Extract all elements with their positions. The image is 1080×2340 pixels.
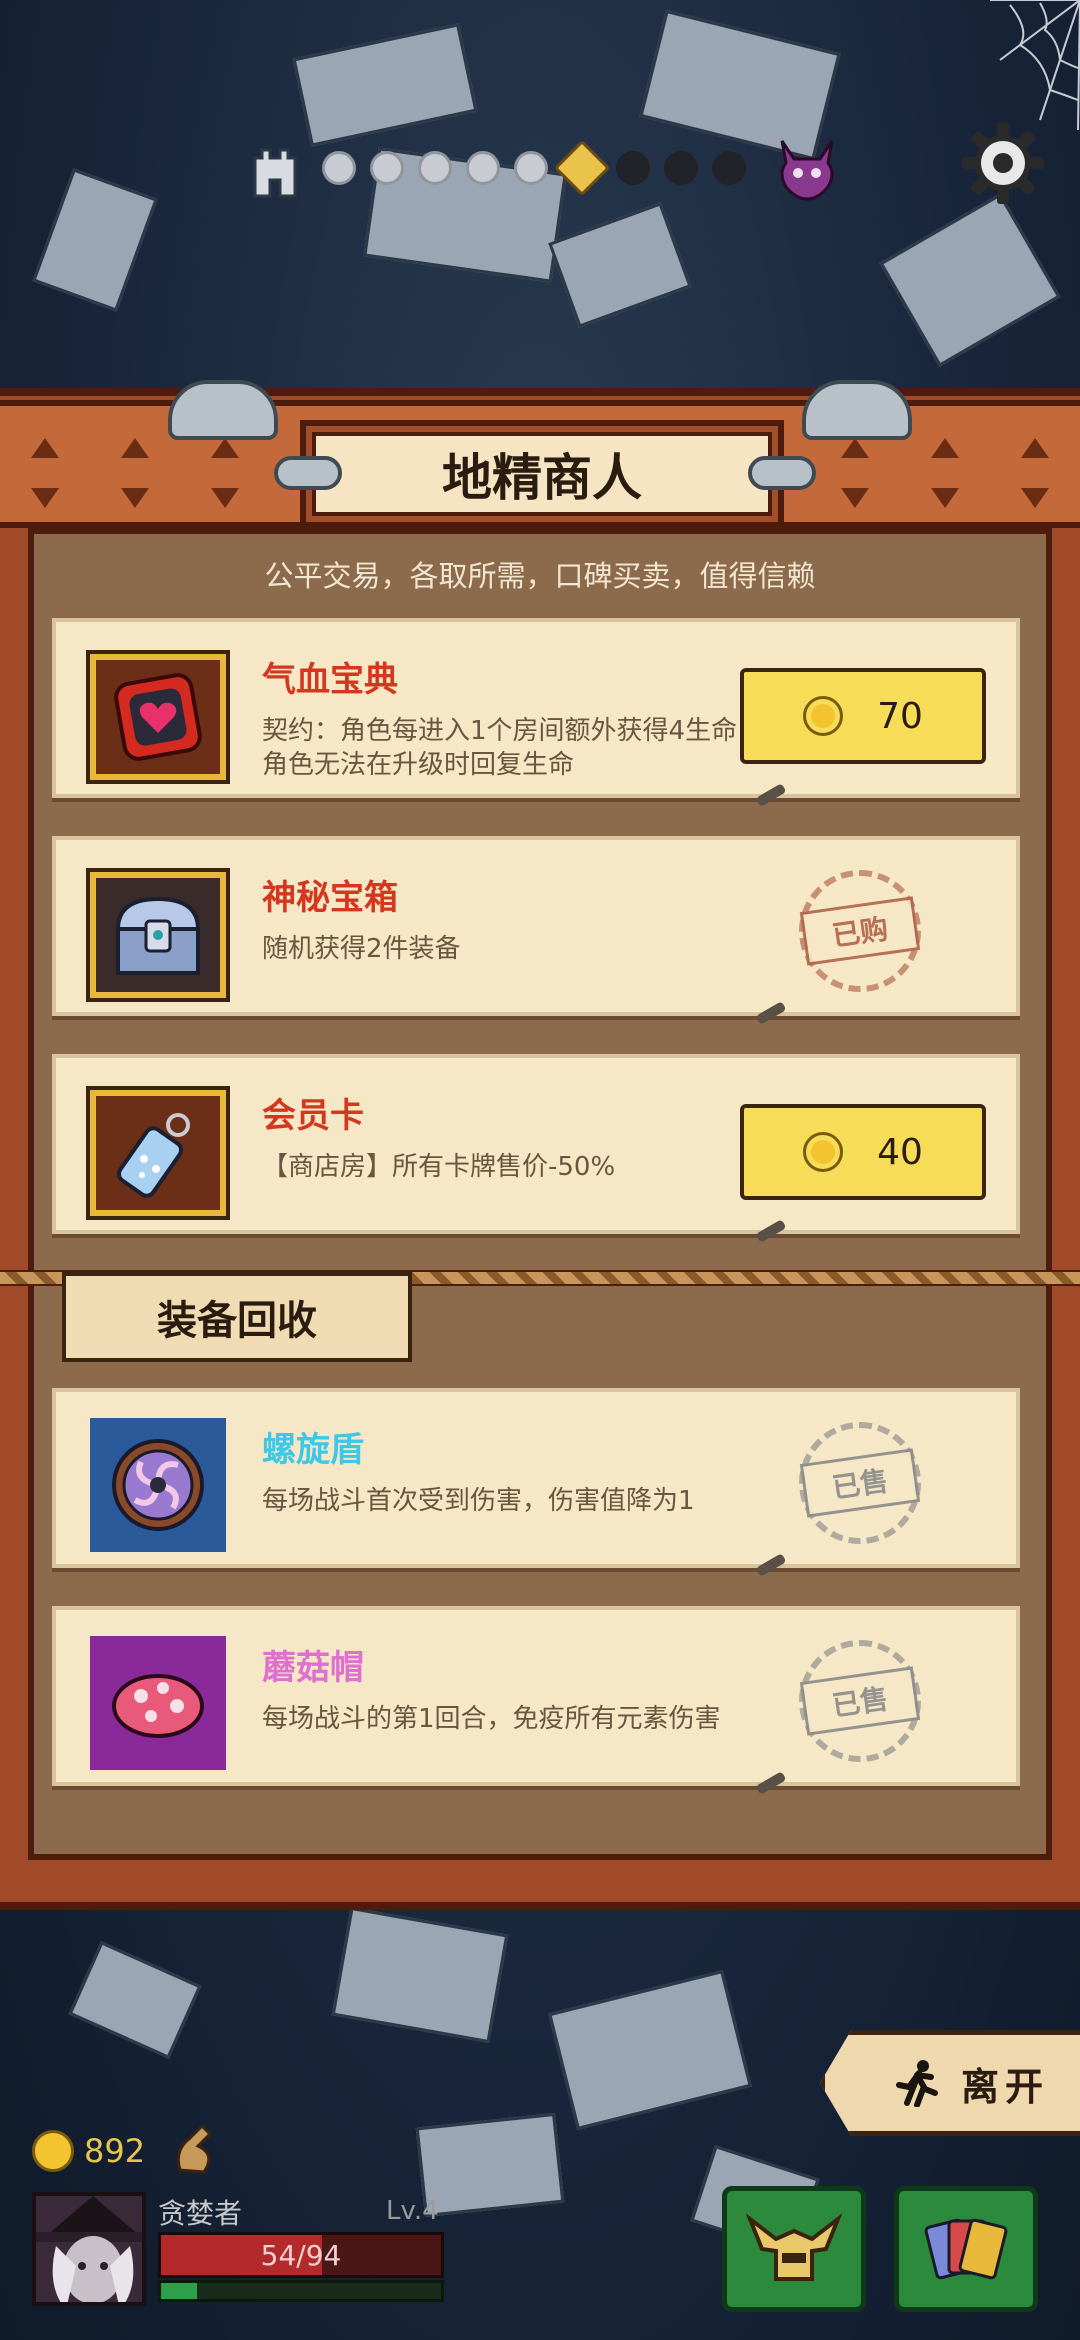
item-icon-frame bbox=[86, 1086, 230, 1220]
xp-bar bbox=[158, 2280, 444, 2302]
recycle-item-card[interactable]: 螺旋盾 每场战斗首次受到伤害，伤害值降为1 已售 bbox=[52, 1388, 1020, 1577]
item-name: 蘑菇帽 bbox=[262, 1648, 364, 1688]
item-description: 每场战斗首次受到伤害，伤害值降为1 bbox=[262, 1486, 695, 1516]
metal-latch bbox=[168, 380, 278, 440]
coin-icon bbox=[803, 696, 844, 736]
castle-icon bbox=[253, 148, 297, 198]
player-level: Lv.4 bbox=[386, 2196, 439, 2226]
treasure-chest-icon bbox=[115, 896, 201, 975]
recycle-section-title: 装备回收 bbox=[62, 1272, 412, 1362]
item-description: 每场战斗的第1回合，免疫所有元素伤害 bbox=[262, 1704, 721, 1734]
hp-bar: 54/94 bbox=[158, 2232, 444, 2278]
item-name: 会员卡 bbox=[262, 1096, 364, 1136]
coin-icon bbox=[32, 2130, 74, 2172]
item-name: 神秘宝箱 bbox=[262, 878, 398, 918]
running-man-icon bbox=[896, 2060, 938, 2107]
player-avatar[interactable] bbox=[32, 2192, 146, 2306]
spider-web-icon bbox=[990, 0, 1080, 130]
stage-progress bbox=[250, 128, 842, 208]
stage-dots bbox=[322, 139, 746, 197]
leave-label: 离开 bbox=[961, 2064, 1050, 2109]
item-description: 契约：角色每进入1个房间额外获得4生命；角色无法在升级时回复生命 bbox=[262, 716, 764, 780]
coin-icon bbox=[803, 1132, 844, 1172]
heart-tome-icon bbox=[114, 673, 202, 761]
buy-button[interactable]: 40 bbox=[740, 1104, 986, 1200]
member-card-icon bbox=[116, 1113, 190, 1198]
item-icon-frame bbox=[90, 1636, 226, 1770]
item-price: 70 bbox=[877, 695, 923, 737]
equipment-button[interactable] bbox=[722, 2186, 866, 2312]
shop-item-card[interactable]: 会员卡 【商店房】所有卡牌售价-50% 40 bbox=[52, 1054, 1020, 1243]
metal-latch bbox=[802, 380, 912, 440]
stage-dot bbox=[322, 151, 356, 185]
hp-text: 54/94 bbox=[260, 2238, 342, 2272]
recycle-item-card[interactable]: 蘑菇帽 每场战斗的第1回合，免疫所有元素伤害 已售 bbox=[52, 1606, 1020, 1795]
title-plate: 地精商人 bbox=[300, 420, 784, 528]
current-stage-marker bbox=[553, 139, 611, 197]
buy-button[interactable]: 70 bbox=[740, 668, 986, 764]
item-name: 气血宝典 bbox=[262, 660, 398, 700]
item-icon-frame bbox=[86, 650, 230, 784]
stage-dot bbox=[616, 151, 650, 185]
metal-clip bbox=[748, 456, 816, 490]
purchased-stamp: 已购 bbox=[780, 866, 940, 996]
shop-title: 地精商人 bbox=[312, 432, 772, 516]
item-icon-frame bbox=[90, 1418, 226, 1552]
settings-gear-icon[interactable] bbox=[958, 118, 1048, 208]
sold-stamp: 已售 bbox=[780, 1418, 940, 1548]
shop-item-card[interactable]: 气血宝典 契约：角色每进入1个房间额外获得4生命；角色无法在升级时回复生命 70 bbox=[52, 618, 1020, 807]
xp-fill bbox=[161, 2283, 198, 2299]
player-name: 贪婪者 bbox=[158, 2197, 243, 2230]
shop-subtitle: 公平交易，各取所需，口碑买卖，值得信赖 bbox=[264, 559, 816, 593]
demon-boss-icon bbox=[780, 140, 834, 201]
scroll-bag-icon[interactable] bbox=[170, 2120, 220, 2176]
card-deck-button[interactable] bbox=[894, 2186, 1038, 2312]
metal-clip bbox=[274, 456, 342, 490]
gold-counter: 892 bbox=[32, 2130, 145, 2172]
stage-dot bbox=[712, 151, 746, 185]
stage-dot bbox=[418, 151, 452, 185]
stage-dot bbox=[514, 151, 548, 185]
item-description: 【商店房】所有卡牌售价-50% bbox=[262, 1152, 616, 1182]
leave-button[interactable]: 离开 bbox=[820, 2030, 1080, 2136]
sold-stamp: 已售 bbox=[780, 1636, 940, 1766]
helmet-icon bbox=[746, 2213, 842, 2281]
spiral-shield-icon bbox=[112, 1439, 204, 1531]
mushroom-hat-icon bbox=[112, 1674, 204, 1738]
stage-dot bbox=[466, 151, 500, 185]
item-description: 随机获得2件装备 bbox=[262, 934, 461, 964]
shop-item-card[interactable]: 神秘宝箱 随机获得2件装备 已购 bbox=[52, 836, 1020, 1025]
stage-dot bbox=[664, 151, 698, 185]
item-icon-frame bbox=[86, 868, 230, 1002]
item-price: 40 bbox=[877, 1131, 923, 1173]
stage-dot bbox=[370, 151, 404, 185]
witch-portrait-icon bbox=[36, 2196, 142, 2302]
item-name: 螺旋盾 bbox=[262, 1430, 364, 1470]
gold-amount: 892 bbox=[84, 2132, 146, 2170]
card-deck-icon bbox=[924, 2218, 1008, 2280]
